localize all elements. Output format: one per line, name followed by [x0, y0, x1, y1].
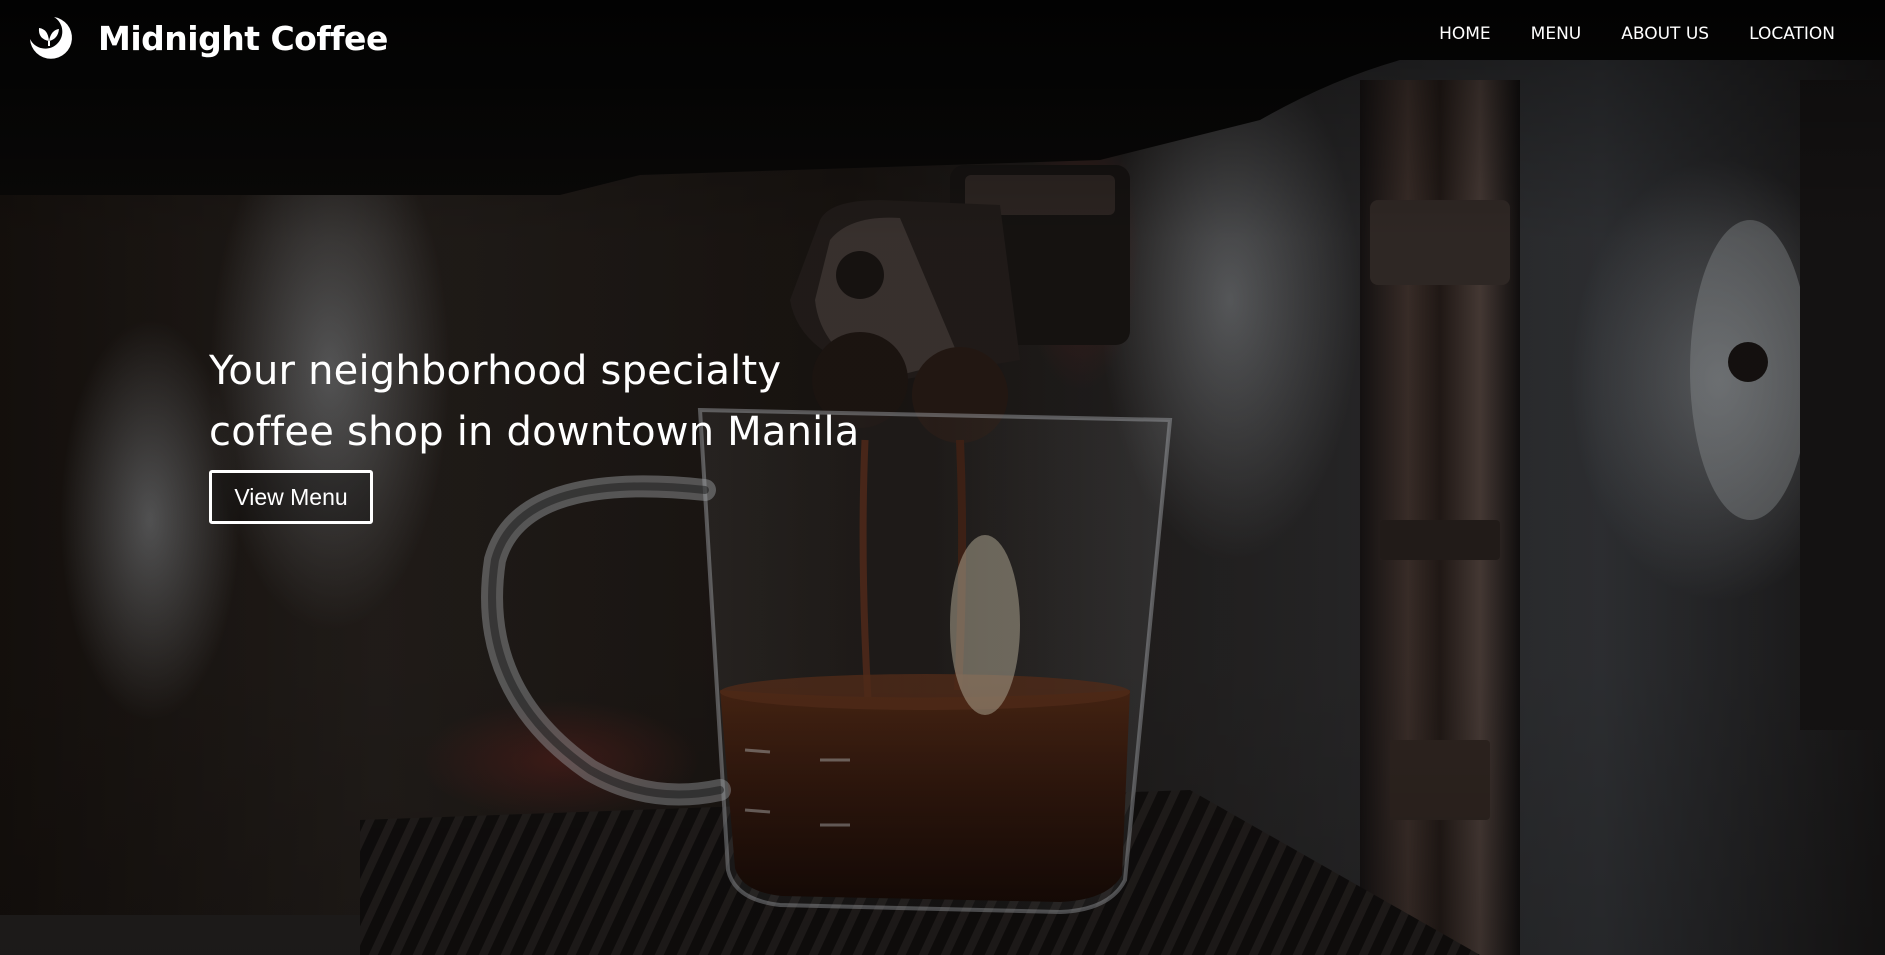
brand-name: Midnight Coffee	[98, 18, 388, 58]
nav-menu-link[interactable]: MENU	[1531, 24, 1582, 44]
nav-location-link[interactable]: LOCATION	[1749, 24, 1835, 44]
hero-section: Midnight Coffee HOME MENU ABOUT US LOCAT…	[0, 0, 1885, 955]
view-menu-button[interactable]: View Menu	[209, 470, 373, 524]
hero-headline: Your neighborhood specialty coffee shop …	[209, 341, 929, 463]
nav-home-link[interactable]: HOME	[1439, 24, 1491, 44]
hero-headline-line-1: Your neighborhood specialty	[209, 348, 782, 394]
nav-about-us-link[interactable]: ABOUT US	[1621, 24, 1709, 44]
crescent-moon-leaf-icon	[30, 17, 72, 59]
brand[interactable]: Midnight Coffee	[24, 10, 388, 66]
navbar: Midnight Coffee HOME MENU ABOUT US LOCAT…	[0, 0, 1885, 76]
main-nav: HOME MENU ABOUT US LOCATION	[1399, 24, 1835, 44]
hero-headline-line-2: coffee shop in downtown Manila	[209, 409, 860, 455]
